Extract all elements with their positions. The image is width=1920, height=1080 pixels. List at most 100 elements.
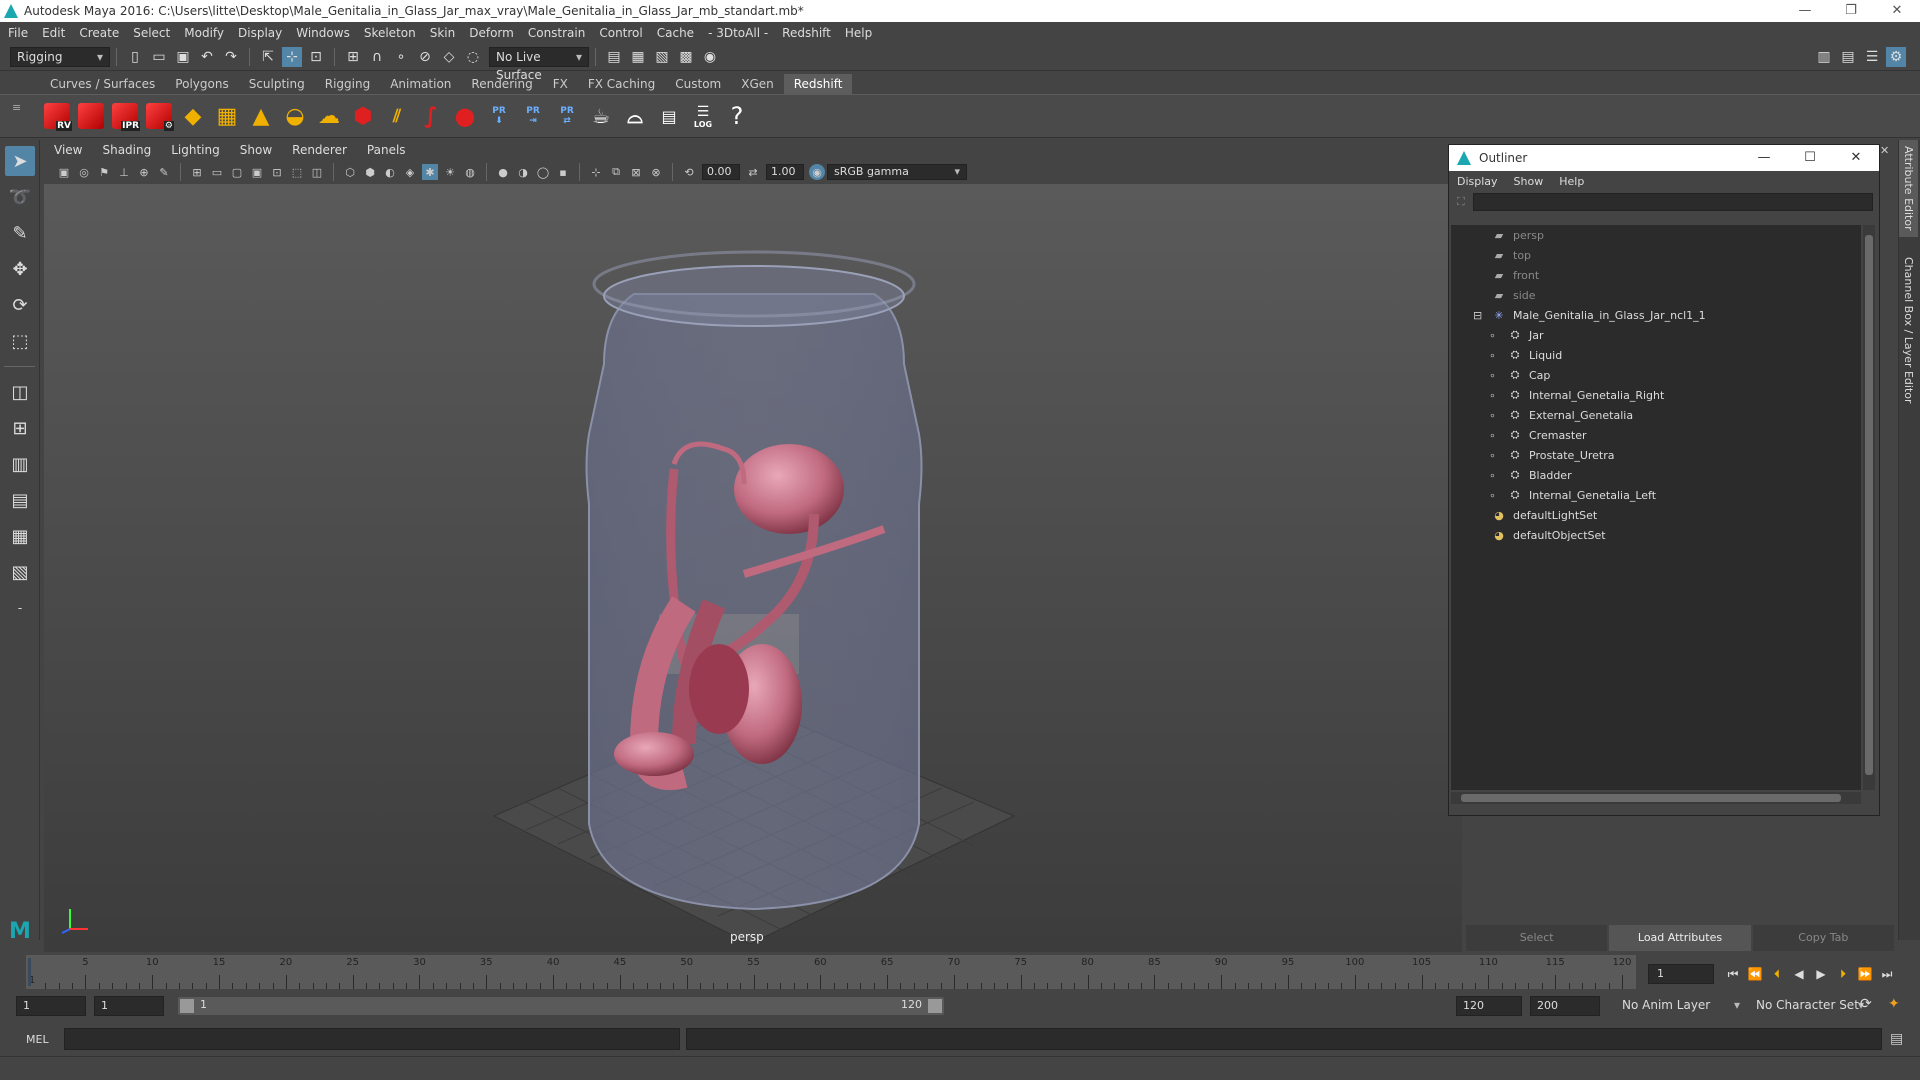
gate-mask-icon[interactable]: ▣ (249, 164, 265, 180)
redshift-proxy-export-icon[interactable]: PR ⬇ (484, 100, 514, 132)
close-button[interactable]: ✕ (1874, 0, 1920, 22)
outliner-item[interactable]: ▰ persp (1451, 225, 1861, 245)
animation-end-field[interactable]: 200 (1530, 996, 1600, 1016)
shelf-tab-sculpting[interactable]: Sculpting (239, 74, 315, 94)
outliner-title-bar[interactable]: Outliner — ☐ ✕ (1449, 145, 1879, 171)
menu-edit[interactable]: Edit (42, 26, 65, 40)
scale-tool-icon[interactable]: ⬚ (5, 326, 35, 356)
menu-windows[interactable]: Windows (296, 26, 350, 40)
go-to-start-icon[interactable]: ⏮ (1722, 967, 1744, 982)
render-view-icon[interactable]: ▩ (676, 47, 696, 67)
outliner-item[interactable]: ◕ defaultLightSet (1451, 505, 1861, 525)
panel-menu-panels[interactable]: Panels (367, 143, 406, 161)
shelf-tab-curves-surfaces[interactable]: Curves / Surfaces (40, 74, 165, 94)
menu-cache[interactable]: Cache (657, 26, 694, 40)
outliner-item[interactable]: ∘ ⛭ Liquid (1451, 345, 1861, 365)
panel-menu-view[interactable]: View (54, 143, 82, 161)
redshift-proxy-import-icon[interactable]: PR ⇥ (518, 100, 548, 132)
redshift-script-icon[interactable]: ▤ (654, 100, 684, 132)
menu-deform[interactable]: Deform (469, 26, 514, 40)
playback-end-field[interactable]: 120 (1456, 996, 1522, 1016)
color-management-icon[interactable]: ◉ (809, 164, 825, 180)
workspace-modeling-icon[interactable]: ▥ (1814, 47, 1834, 67)
redshift-spotlight-icon[interactable]: ▲ (246, 100, 276, 132)
copy-tab-button[interactable]: Copy Tab (1752, 925, 1894, 951)
step-back-key-icon[interactable]: ⏪ (1744, 967, 1766, 981)
script-layout-icon[interactable]: ▧ (5, 557, 35, 587)
minimize-button[interactable]: — (1782, 0, 1828, 22)
outliner-item[interactable]: ∘ ⛭ Jar (1451, 325, 1861, 345)
grid-icon[interactable]: ⊞ (189, 164, 205, 180)
outliner-item[interactable]: ∘ ⛭ External_Genetalia (1451, 405, 1861, 425)
menu-control[interactable]: Control (599, 26, 642, 40)
snap-point-icon[interactable]: ∘ (391, 47, 411, 67)
anim-layer-dropdown[interactable]: No Anim Layer (1616, 996, 1746, 1016)
gamma-field[interactable]: 1.00 (766, 164, 804, 180)
outliner-search-input[interactable] (1472, 193, 1873, 211)
menu-skeleton[interactable]: Skeleton (364, 26, 416, 40)
exposure-reset-icon[interactable]: ⟲ (681, 164, 697, 180)
safe-action-icon[interactable]: ⬚ (289, 164, 305, 180)
menu-set-dropdown[interactable]: Rigging (10, 46, 110, 67)
xray-components-icon[interactable]: ⊠ (628, 164, 644, 180)
exposure-field[interactable]: 0.00 (702, 164, 740, 180)
xray-joints-icon[interactable]: ⧉ (608, 164, 624, 180)
animation-preferences-icon[interactable]: ✦ (1888, 996, 1900, 1012)
two-d-pan-icon[interactable]: ⊕ (136, 164, 152, 180)
time-slider[interactable]: 1 5 10 15 20 25 30 35 40 45 50 55 60 65 70 75 80 85 90 95 10… (26, 955, 1636, 989)
film-gate-icon[interactable]: ▭ (209, 164, 225, 180)
paint-select-tool-icon[interactable]: ✎ (5, 218, 35, 248)
outliner-minimize-button[interactable]: — (1741, 145, 1787, 171)
outliner-item[interactable]: ∘ ⛭ Cap (1451, 365, 1861, 385)
redshift-material-icon[interactable]: ● (450, 100, 480, 132)
animation-start-field[interactable]: 1 (16, 996, 86, 1016)
ambient-occlusion-icon[interactable]: ◍ (462, 164, 478, 180)
collapse-icon[interactable]: ⊟ (1473, 309, 1482, 322)
shelf-tab-rigging[interactable]: Rigging (315, 74, 380, 94)
play-forwards-icon[interactable]: ▶ (1810, 967, 1832, 981)
outliner-menu-display[interactable]: Display (1457, 175, 1498, 188)
channel-box-tab[interactable]: Channel Box / Layer Editor (1899, 251, 1918, 410)
menu-3dtoall[interactable]: - 3DtoAll - (708, 26, 768, 40)
go-to-end-icon[interactable]: ⏭ (1876, 967, 1898, 982)
multisample-aa-icon[interactable]: ◑ (515, 164, 531, 180)
outliner-vertical-scrollbar[interactable] (1863, 225, 1875, 790)
new-scene-icon[interactable]: ▯ (125, 47, 145, 67)
step-forward-key-icon[interactable]: ⏩ (1854, 967, 1876, 981)
live-surface-field[interactable]: No Live Surface (489, 46, 589, 82)
shelf-tab-rendering[interactable]: Rendering (461, 74, 542, 94)
shadows-icon[interactable]: ☀ (442, 164, 458, 180)
outliner-maximize-button[interactable]: ☐ (1787, 145, 1833, 171)
filter-icon[interactable]: ⛶ (1457, 195, 1465, 209)
outliner-item[interactable]: ▰ side (1451, 285, 1861, 305)
menu-file[interactable]: File (8, 26, 28, 40)
view-transform-dropdown[interactable]: sRGB gamma (827, 164, 967, 180)
hypershade-icon[interactable]: ◉ (700, 47, 720, 67)
textured-icon[interactable]: ◈ (402, 164, 418, 180)
outliner-persp-layout-icon[interactable]: ▥ (5, 449, 35, 479)
grease-pencil-icon[interactable]: ✎ (156, 164, 172, 180)
ipr-render-icon[interactable]: ▧ (652, 47, 672, 67)
outliner-item[interactable]: ∘ ⛭ Internal_Genetalia_Left (1451, 485, 1861, 505)
script-language-label[interactable]: MEL (0, 1033, 60, 1046)
hypershade-layout-icon[interactable]: ▦ (5, 521, 35, 551)
shelf-tab-polygons[interactable]: Polygons (165, 74, 238, 94)
redshift-volume-icon[interactable]: ☕ (586, 100, 616, 132)
panel-menu-show[interactable]: Show (240, 143, 272, 161)
redshift-environment-icon[interactable]: ⌓ (620, 100, 650, 132)
step-forward-frame-icon[interactable]: ⏵ (1832, 967, 1854, 982)
shelf-menu-icon[interactable]: ≡ (12, 101, 21, 114)
redshift-help-icon[interactable]: ? (722, 100, 752, 132)
character-set-dropdown[interactable]: No Character Set (1750, 996, 1870, 1016)
close-panel-icon[interactable]: ✕ (1880, 144, 1889, 157)
workspace-attributes-icon[interactable]: ☰ (1862, 47, 1882, 67)
playback-start-field[interactable]: 1 (94, 996, 164, 1016)
resolution-gate-icon[interactable]: ▢ (229, 164, 245, 180)
panel-menu-shading[interactable]: Shading (102, 143, 151, 161)
shelf-tab-redshift[interactable]: Redshift (783, 74, 853, 94)
select-hierarchy-icon[interactable]: ⇱ (258, 47, 278, 67)
depth-of-field-icon[interactable]: ◯ (535, 164, 551, 180)
step-back-frame-icon[interactable]: ⏴ (1766, 967, 1788, 982)
redshift-physical-light-icon[interactable]: ⬢ (348, 100, 378, 132)
redshift-proxy-convert-icon[interactable]: PR ⇄ (552, 100, 582, 132)
